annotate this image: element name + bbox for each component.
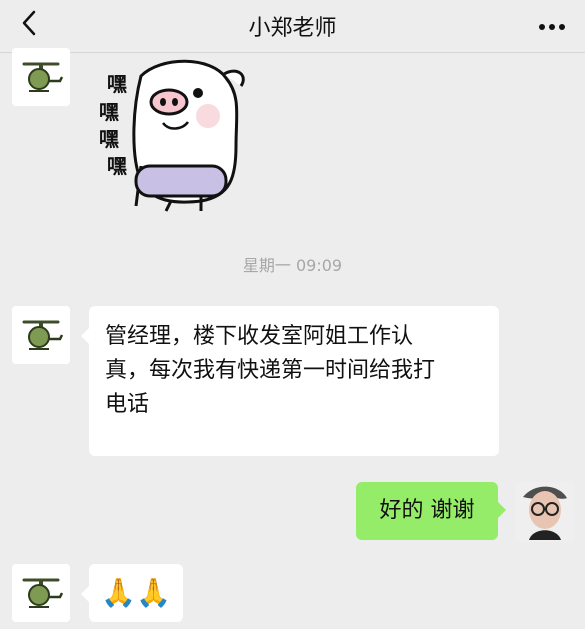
message-line: 管经理，楼下收发室阿姐工作认 <box>105 324 414 349</box>
more-button[interactable] <box>535 10 569 40</box>
helicopter-icon <box>12 564 70 622</box>
my-avatar[interactable] <box>515 482 575 542</box>
message-line: 真，每次我有快递第一时间给我打 <box>105 358 436 383</box>
message-text: 好的 谢谢 <box>379 498 475 523</box>
helicopter-icon <box>12 48 70 106</box>
emoji-text: 🙏🙏 <box>101 576 171 609</box>
sticker-text: 嘿 <box>107 72 127 96</box>
chat-title: 小郑老师 <box>248 16 337 41</box>
sticker-text: 嘿 <box>99 127 119 151</box>
user-photo-icon <box>515 482 575 542</box>
teacher-avatar[interactable] <box>12 48 70 106</box>
more-dots-icon <box>538 16 566 35</box>
message-line: 电话 <box>105 392 150 417</box>
top-bar: 小郑老师 <box>0 0 585 53</box>
message-timestamp: 星期一 09:09 <box>242 256 343 275</box>
my-message-bubble[interactable]: 好的 谢谢 <box>356 482 506 540</box>
teacher-avatar[interactable] <box>12 564 70 622</box>
sticker-text: 嘿 <box>99 100 119 124</box>
message-bubble[interactable]: 管经理，楼下收发室阿姐工作认 真，每次我有快递第一时间给我打 电话 <box>81 306 499 456</box>
emoji-bubble[interactable]: 🙏🙏 <box>81 564 183 622</box>
helicopter-icon <box>12 306 70 364</box>
sticker-text: 嘿 <box>107 154 127 178</box>
teacher-avatar[interactable] <box>12 306 70 364</box>
